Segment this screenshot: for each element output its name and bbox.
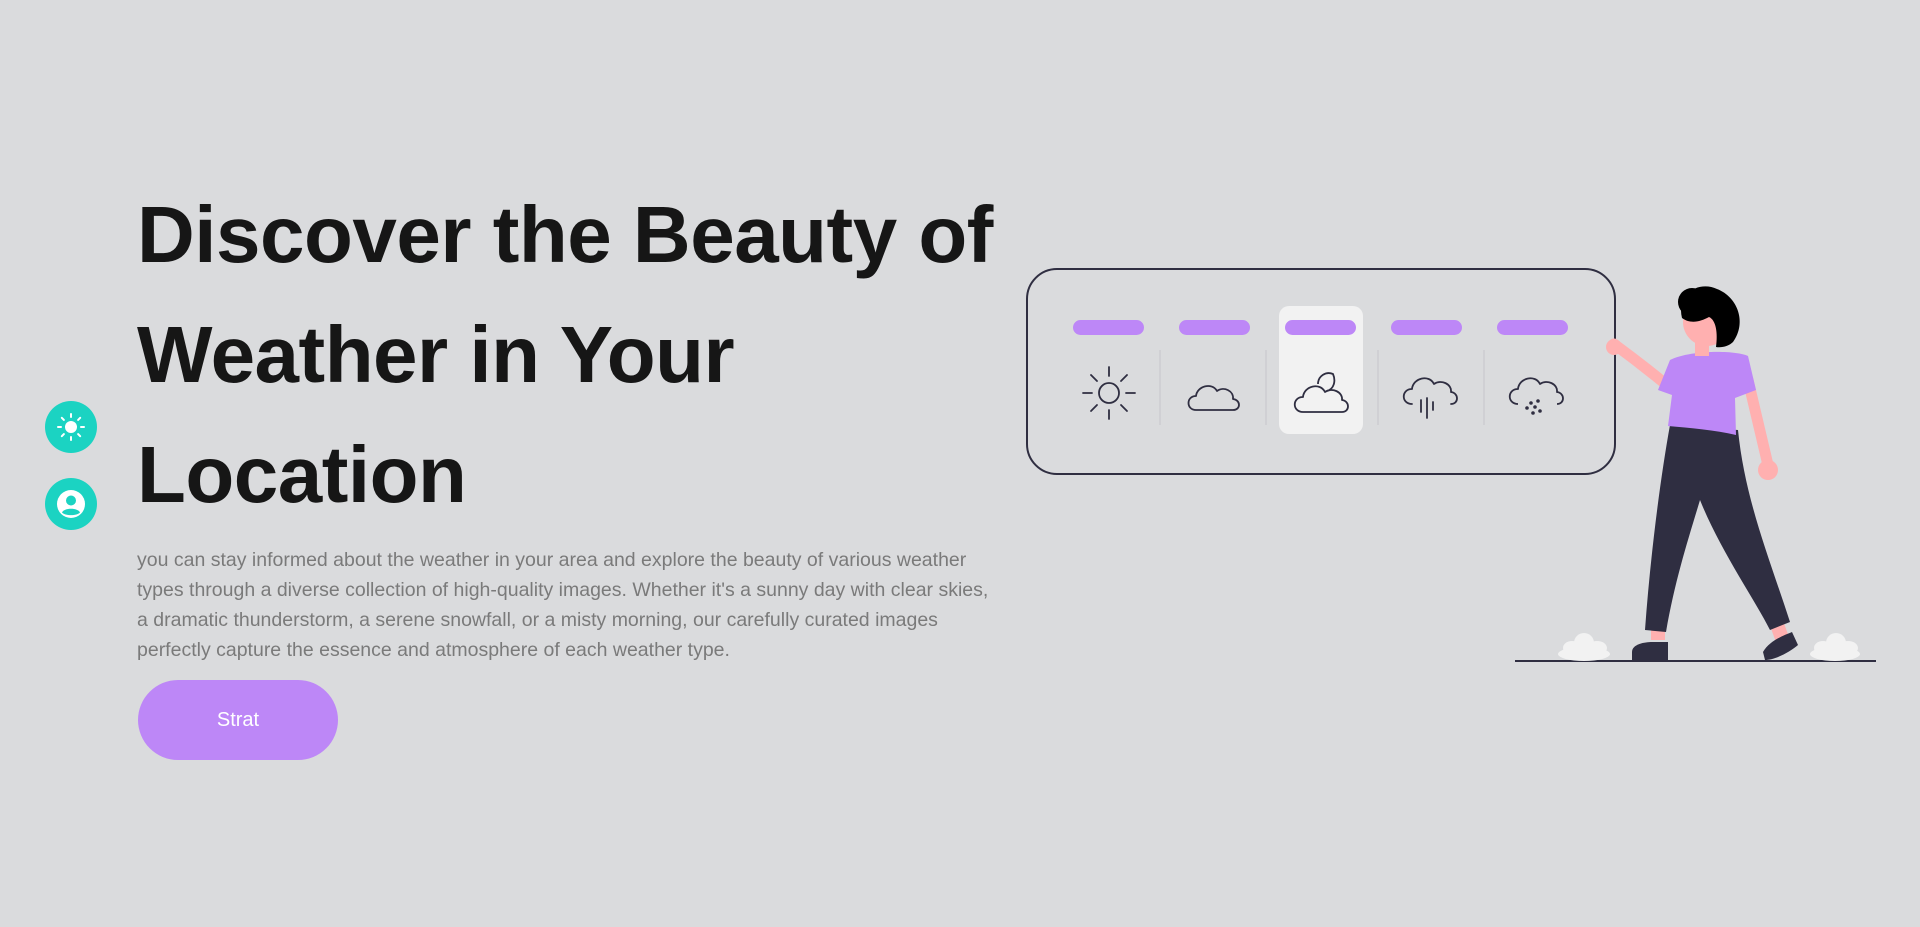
- person-figure: [1606, 286, 1798, 660]
- hero-description: you can stay informed about the weather …: [137, 549, 989, 661]
- weather-bar: [1497, 320, 1568, 335]
- snow-cloud-icon: [1508, 377, 1564, 415]
- weather-illustration: [1026, 268, 1876, 662]
- weather-bar: [1391, 320, 1462, 335]
- bush-right: [1810, 633, 1860, 661]
- sun-icon: [57, 413, 85, 441]
- rain-cloud-icon: [1402, 377, 1458, 419]
- weather-bar: [1073, 320, 1144, 335]
- start-button[interactable]: Strat: [138, 680, 338, 760]
- cloud-icon: [1187, 385, 1240, 411]
- bush-left: [1558, 633, 1610, 661]
- weather-bar: [1179, 320, 1250, 335]
- sun-icon: [1082, 366, 1136, 420]
- user-icon: [57, 490, 85, 518]
- hero-title: Discover the Beauty of Weather in Your L…: [137, 190, 993, 519]
- profile-button[interactable]: [45, 478, 97, 530]
- weather-bar: [1285, 320, 1356, 335]
- theme-toggle-button[interactable]: [45, 401, 97, 453]
